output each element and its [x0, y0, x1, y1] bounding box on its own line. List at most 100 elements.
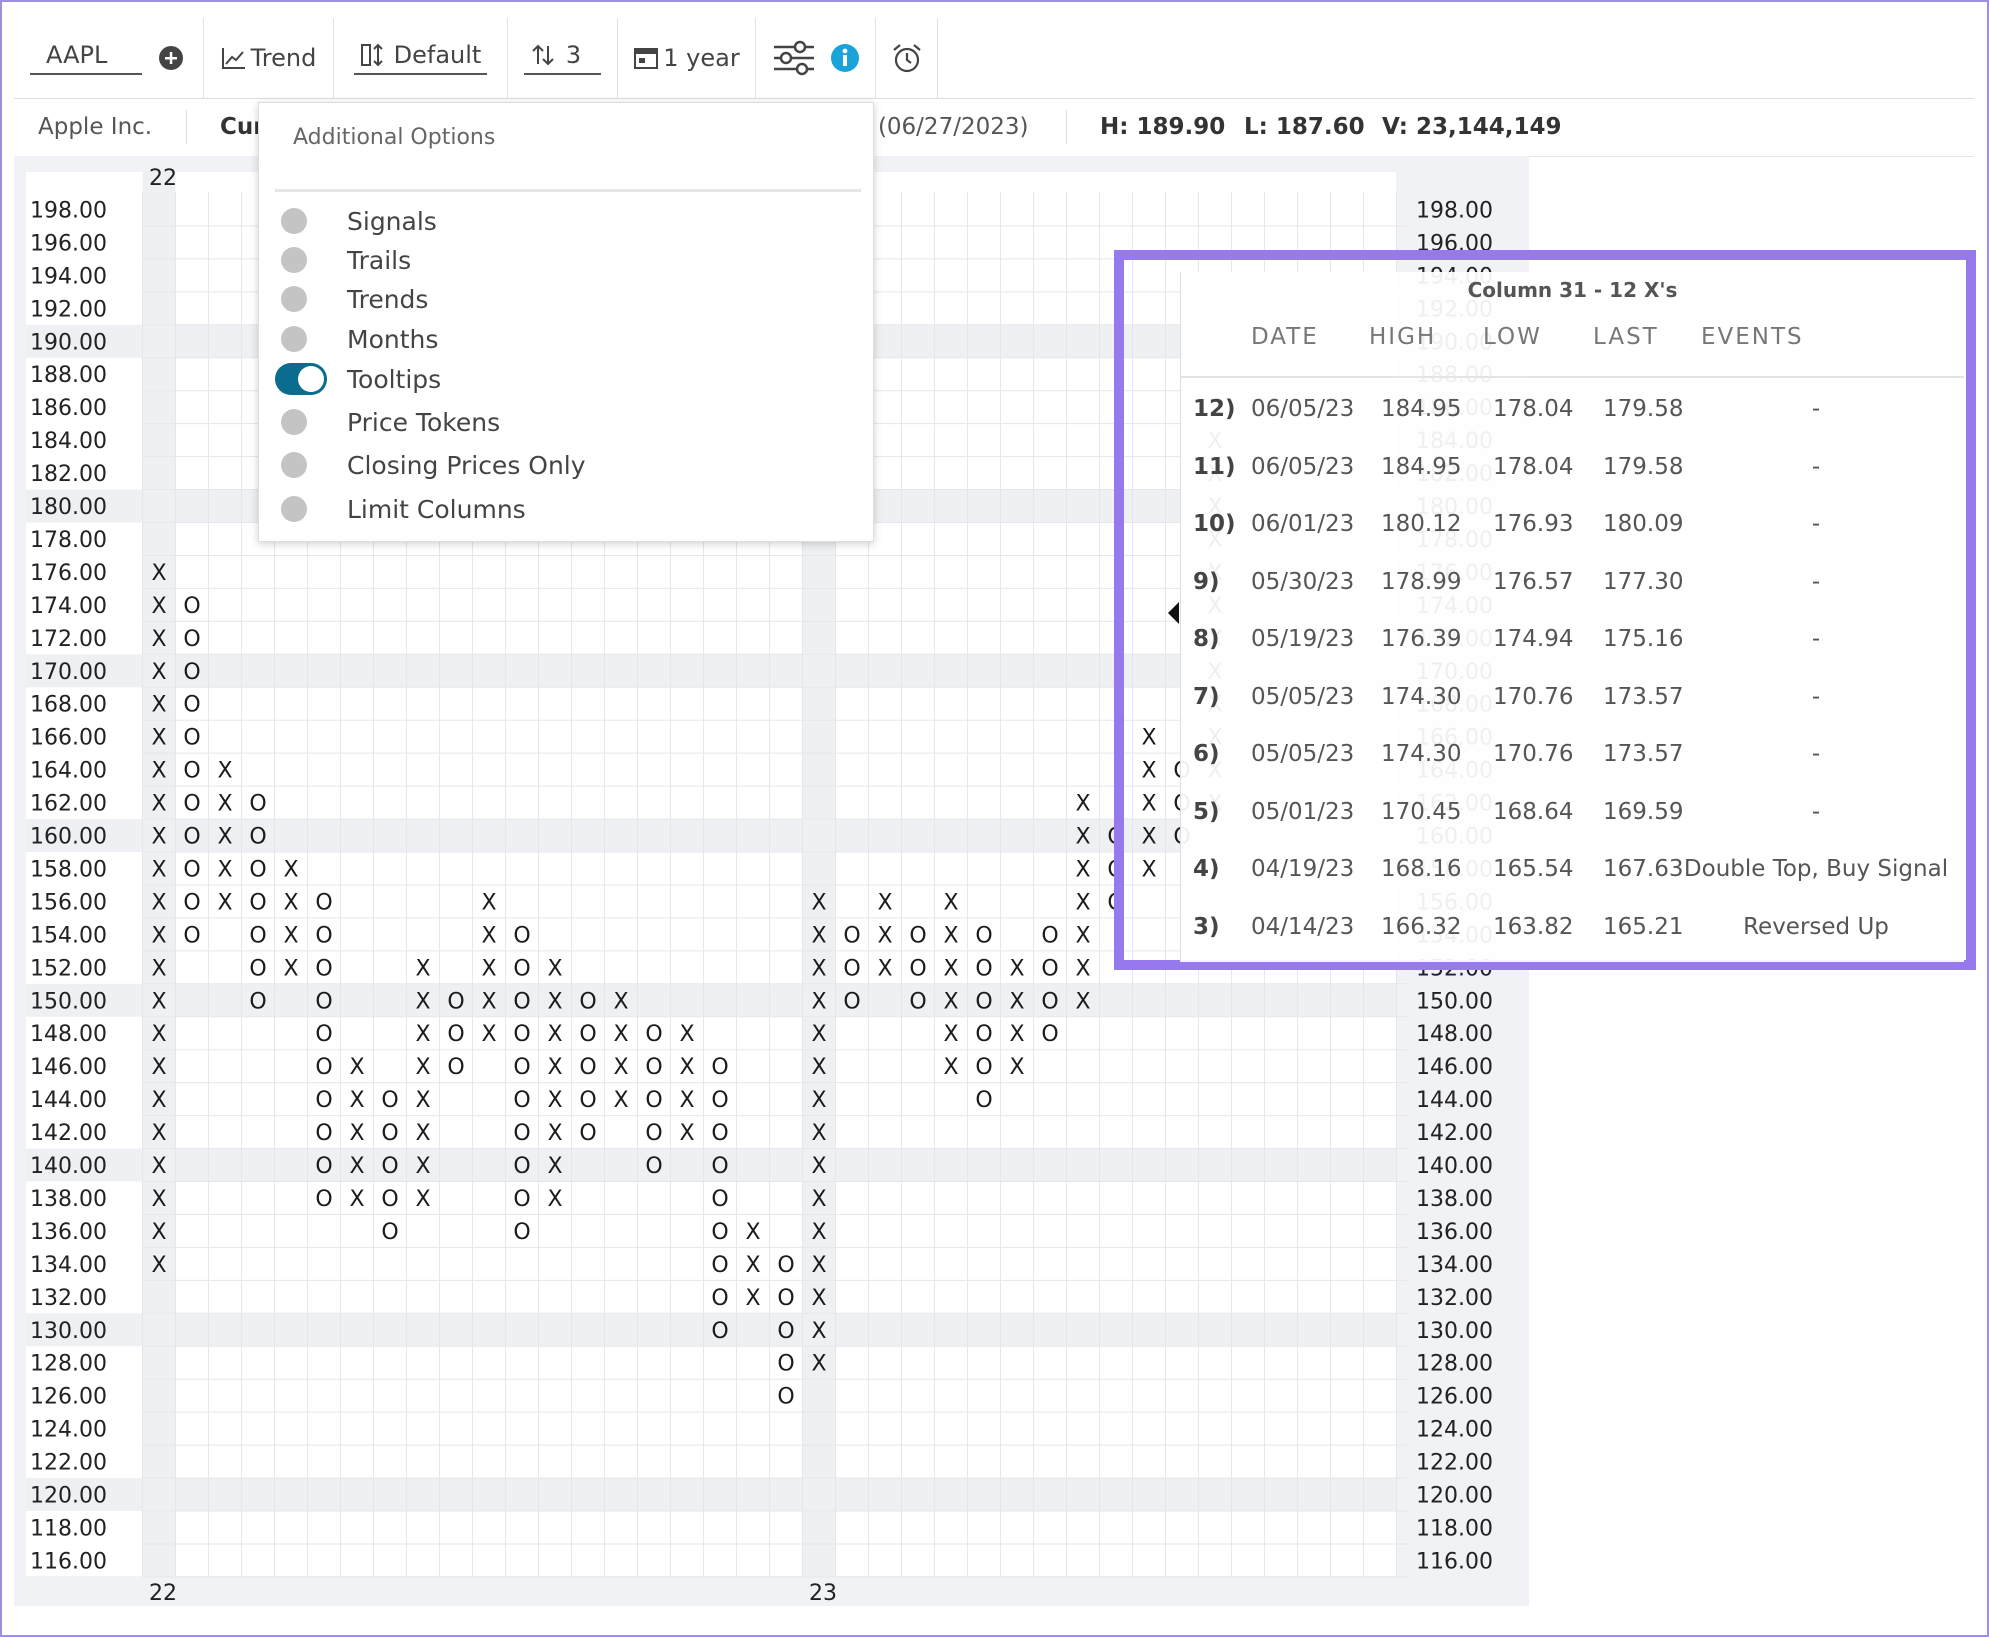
tooltip-cell-events: -: [1811, 568, 1821, 595]
option-months[interactable]: Months: [275, 321, 835, 357]
o-mark: O: [579, 1022, 596, 1047]
x-mark: X: [1009, 989, 1024, 1014]
option-label: Months: [347, 324, 439, 354]
tooltip-row: 12) 06/05/23 184.95 178.04 179.58 -: [1181, 390, 1964, 434]
price-label-left: 164.00: [30, 759, 107, 784]
x-mark: X: [151, 1154, 166, 1179]
box-reversal-label: 3: [565, 41, 582, 69]
toggle-off-indicator[interactable]: [281, 452, 307, 478]
price-label-left: 144.00: [30, 1088, 107, 1113]
x-mark: X: [349, 1088, 364, 1113]
x-mark: X: [1009, 1022, 1024, 1047]
x-mark: X: [283, 857, 298, 882]
o-mark: O: [315, 956, 332, 981]
tooltip-cell-high: 174.30: [1381, 741, 1462, 767]
tooltip-row: 5) 05/01/23 170.45 168.64 169.59 -: [1181, 793, 1964, 837]
price-label-left: 134.00: [30, 1253, 107, 1278]
x-mark: X: [151, 627, 166, 652]
o-mark: O: [975, 956, 992, 981]
add-symbol-icon[interactable]: [158, 45, 184, 71]
x-mark: X: [1009, 956, 1024, 981]
toggle-off-indicator[interactable]: [281, 208, 307, 234]
x-mark: X: [1075, 956, 1090, 981]
price-label-left: 120.00: [30, 1484, 107, 1509]
box-reversal-button[interactable]: 3: [508, 18, 618, 98]
option-label: Tooltips: [347, 364, 442, 394]
x-mark: X: [811, 1088, 826, 1113]
option-limit-columns[interactable]: Limit Columns: [275, 491, 835, 527]
x-mark: X: [745, 1286, 760, 1311]
tooltip-cell-events: Reversed Up: [1743, 913, 1889, 940]
additional-options-button[interactable]: [756, 18, 876, 98]
year-marker-top: 22: [149, 166, 177, 191]
tooltip-cell-events: -: [1811, 626, 1821, 652]
x-mark: X: [679, 1022, 694, 1047]
price-label-left: 184.00: [30, 429, 107, 454]
price-label-left: 152.00: [30, 956, 107, 981]
tooltip-cell-high: 184.95: [1381, 396, 1462, 422]
tooltip-cell-low: 170.76: [1493, 741, 1574, 767]
option-closing-prices-only[interactable]: Closing Prices Only: [275, 447, 835, 483]
x-mark: X: [217, 890, 232, 915]
price-label-right: 116.00: [1416, 1549, 1493, 1574]
option-trails[interactable]: Trails: [275, 242, 835, 278]
alert-button[interactable]: [876, 18, 938, 98]
x-mark: X: [481, 989, 496, 1014]
tooltip-cell-high: 178.99: [1381, 568, 1462, 595]
option-tooltips[interactable]: Tooltips: [275, 361, 835, 397]
price-label-right: 124.00: [1416, 1418, 1493, 1443]
x-mark: X: [151, 890, 166, 915]
option-trends[interactable]: Trends: [275, 281, 835, 317]
o-mark: O: [579, 1055, 596, 1080]
trend-button[interactable]: Trend: [204, 18, 334, 98]
period-button[interactable]: 1 year: [618, 18, 756, 98]
price-label-left: 188.00: [30, 363, 107, 388]
o-mark: O: [513, 956, 530, 981]
price-label-left: 186.00: [30, 396, 107, 421]
tooltip-title: Column 31 - 12 X's: [1467, 278, 1678, 302]
x-mark: X: [481, 956, 496, 981]
option-price-tokens[interactable]: Price Tokens: [275, 404, 835, 440]
period-label: 1 year: [663, 44, 740, 72]
o-mark: O: [645, 1022, 662, 1047]
o-mark: O: [183, 726, 200, 751]
o-mark: O: [249, 923, 266, 948]
price-label-right: 128.00: [1416, 1352, 1493, 1377]
o-mark: O: [381, 1154, 398, 1179]
symbol-selector[interactable]: AAPL: [14, 18, 204, 98]
option-label: Trends: [347, 284, 429, 314]
price-label-left: 138.00: [30, 1187, 107, 1212]
x-mark: X: [1075, 989, 1090, 1014]
toggle-off-indicator[interactable]: [281, 326, 307, 352]
x-mark: X: [1075, 857, 1090, 882]
toggle-off-indicator[interactable]: [281, 286, 307, 312]
info-divider: [186, 110, 187, 144]
symbol-input[interactable]: AAPL: [46, 41, 107, 69]
tooltip-row: 9) 05/30/23 178.99 176.57 177.30 -: [1181, 563, 1964, 607]
o-mark: O: [909, 956, 926, 981]
toggle-off-indicator[interactable]: [281, 496, 307, 522]
tooltip-cell-events: -: [1811, 798, 1821, 825]
x-mark: X: [151, 1187, 166, 1212]
dropdown-divider: [275, 189, 861, 192]
sliders-icon: [772, 39, 816, 77]
toggle-off-indicator[interactable]: [281, 409, 307, 435]
tooltip-cell-low: 178.04: [1493, 453, 1574, 480]
header-last: LAST: [1593, 324, 1659, 350]
x-mark: X: [415, 1187, 430, 1212]
price-label-right: 148.00: [1416, 1022, 1493, 1047]
toggle-off-indicator[interactable]: [281, 247, 307, 273]
o-mark: O: [315, 1055, 332, 1080]
x-mark: X: [151, 1055, 166, 1080]
x-mark: X: [811, 1154, 826, 1179]
price-label-left: 118.00: [30, 1516, 107, 1541]
tooltip-row: 11) 06/05/23 184.95 178.04 179.58 -: [1181, 448, 1964, 492]
toggle-switch[interactable]: [275, 363, 327, 395]
o-mark: O: [645, 1088, 662, 1113]
scale-button[interactable]: Default: [334, 18, 508, 98]
price-label-left: 136.00: [30, 1220, 107, 1245]
option-signals[interactable]: Signals: [275, 203, 835, 239]
o-mark: O: [843, 923, 860, 948]
info-icon[interactable]: [830, 43, 860, 73]
o-mark: O: [513, 1121, 530, 1146]
